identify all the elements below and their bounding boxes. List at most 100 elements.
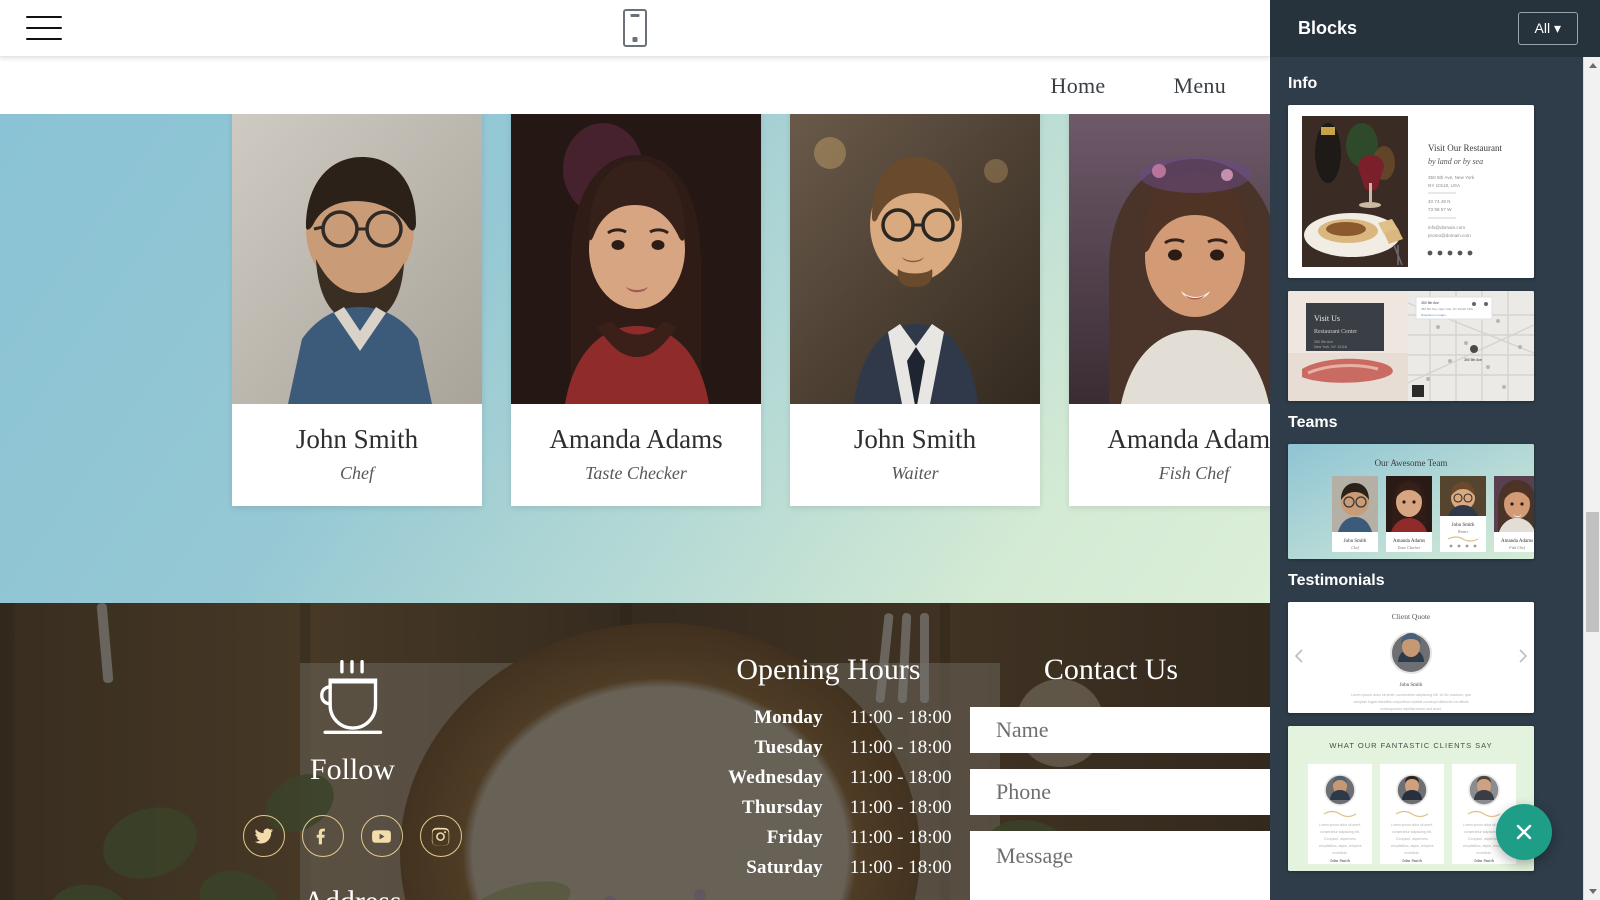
svg-text:Lorem ipsum dolor sit amet, co: Lorem ipsum dolor sit amet, consectetur … <box>1351 693 1471 697</box>
svg-text:Excepturi, asperiores: Excepturi, asperiores <box>1468 837 1500 841</box>
team-member-card[interactable]: John Smith Waiter <box>790 114 1040 506</box>
hours-time: 11:00 - 18:00 <box>849 737 952 758</box>
member-role: Taste Checker <box>585 462 687 483</box>
coffee-cup-icon <box>320 660 383 734</box>
svg-text:Fish Chef: Fish Chef <box>1508 545 1526 550</box>
message-field[interactable]: Message <box>970 831 1270 900</box>
svg-text:Client Quote: Client Quote <box>1392 612 1431 621</box>
hours-row: Friday 11:00 - 18:00 <box>705 827 952 849</box>
svg-text:Lorem ipsum dolor sit amet,: Lorem ipsum dolor sit amet, <box>1391 823 1433 827</box>
sidebar-scrollbar[interactable] <box>1583 57 1600 900</box>
member-role: Fish Chef <box>1158 462 1230 483</box>
blocks-filter-dropdown[interactable]: All ▾ <box>1517 12 1578 45</box>
instagram-icon[interactable] <box>419 815 462 857</box>
category-title-info: Info <box>1288 75 1318 92</box>
svg-text:Excepturi, asperiores: Excepturi, asperiores <box>1324 837 1356 841</box>
svg-text:WHAT OUR FANTASTIC CLIENTS SAY: WHAT OUR FANTASTIC CLIENTS SAY <box>1329 741 1492 750</box>
team-card-row: John Smith Chef Amanda Adams Taste Check… <box>232 114 1270 506</box>
block-thumb-map-location[interactable]: Visit Us Restaurant Center 350 5th Ave N… <box>1288 291 1534 401</box>
hours-row: Wednesday 11:00 - 18:00 <box>705 767 952 789</box>
caret-down-icon: ▾ <box>1553 20 1561 36</box>
youtube-icon[interactable] <box>360 815 403 857</box>
builder-topbar <box>0 0 1270 57</box>
svg-text:molestias.: molestias. <box>1404 851 1419 855</box>
svg-text:promo@domain.com: promo@domain.com <box>1428 233 1471 238</box>
nav-link-menu[interactable]: Menu <box>1139 73 1260 99</box>
svg-text:350 5th Ave: 350 5th Ave <box>1421 301 1439 305</box>
svg-text:350 5th Ave, New York, NY 1011: 350 5th Ave, New York, NY 10118 USA <box>1421 307 1473 311</box>
member-name: Amanda Adams <box>549 424 723 454</box>
hours-day: Monday <box>754 707 823 728</box>
opening-hours-title: Opening Hours <box>736 653 921 686</box>
block-thumb-client-quote[interactable]: Client Quote John Smith Lorem ipsum dolo… <box>1288 602 1534 713</box>
category-title-testimonials: Testimonials <box>1288 572 1385 589</box>
member-photo <box>790 114 1040 404</box>
team-member-card[interactable]: Amanda Adams Taste Checker <box>511 114 761 506</box>
site-navbar: Home Menu <box>0 57 1270 114</box>
name-field[interactable]: Name <box>970 707 1270 753</box>
member-role: Chef <box>340 462 374 483</box>
svg-text:info@domain.com: info@domain.com <box>1428 225 1465 230</box>
nav-link-home[interactable]: Home <box>1017 73 1140 99</box>
team-member-card[interactable]: John Smith Chef <box>232 114 482 506</box>
svg-text:Our Awesome Team: Our Awesome Team <box>1375 458 1448 468</box>
hours-day: Tuesday <box>754 737 823 758</box>
block-thumb-restaurant-info[interactable]: Visit Our Restaurant by land or by sea 3… <box>1288 105 1534 278</box>
close-icon <box>1516 824 1532 840</box>
scroll-down-arrow-icon[interactable] <box>1584 883 1600 900</box>
hours-row: Monday 11:00 - 18:00 <box>705 707 952 729</box>
close-panel-fab[interactable] <box>1496 804 1552 860</box>
team-section[interactable]: John Smith Chef Amanda Adams Taste Check… <box>0 114 1270 603</box>
hours-day: Friday <box>766 827 823 848</box>
member-photo <box>1069 114 1270 404</box>
member-photo <box>232 114 482 404</box>
phone-field[interactable]: Phone <box>970 769 1270 815</box>
svg-text:John Smith: John Smith <box>1452 523 1475 528</box>
sidebar-block-list[interactable]: Info Visit Our Restaurant by land or by … <box>1270 57 1600 900</box>
block-thumb-fantastic-clients[interactable]: WHAT OUR FANTASTIC CLIENTS SAY Lorem ips… <box>1288 726 1534 871</box>
svg-text:consequuntur repellat rerum se: consequuntur repellat rerum sed amet. <box>1380 707 1442 711</box>
svg-text:voluptas fugiat blanditiis cor: voluptas fugiat blanditiis corporibus re… <box>1354 700 1469 704</box>
builder-app: Home Menu John Smith Chef Amanda Adams T… <box>0 0 1600 900</box>
svg-text:voluptatibus, atque, tempora: voluptatibus, atque, tempora <box>1319 844 1362 848</box>
hours-row: Saturday 11:00 - 18:00 <box>705 857 952 879</box>
svg-text:Chef: Chef <box>1351 545 1359 550</box>
svg-text:Waiter: Waiter <box>1458 529 1469 534</box>
svg-text:John Smith: John Smith <box>1402 858 1423 863</box>
scroll-up-arrow-icon[interactable] <box>1584 57 1600 74</box>
svg-text:John Smith: John Smith <box>1400 683 1423 688</box>
member-name: John Smith <box>853 424 977 454</box>
hamburger-menu-icon[interactable] <box>26 13 62 43</box>
member-name: Amanda Adams <box>1107 424 1270 454</box>
category-title-teams: Teams <box>1288 414 1338 431</box>
svg-text:New York, NY 10118: New York, NY 10118 <box>1314 345 1347 349</box>
footer-contact-column: Contact Us Name Phone Message <box>952 655 1270 900</box>
footer-follow-column: Follow <box>0 655 705 900</box>
svg-text:molestias.: molestias. <box>1476 851 1491 855</box>
contact-us-title: Contact Us <box>1043 653 1179 686</box>
mobile-device-icon[interactable] <box>623 9 647 47</box>
team-member-card[interactable]: Amanda Adams Fish Chef <box>1069 114 1270 506</box>
block-thumb-awesome-team[interactable]: Our Awesome Team John Smith Chef Amanda … <box>1288 444 1534 559</box>
filter-label: All <box>1534 20 1551 36</box>
svg-text:Amanda Adams: Amanda Adams <box>1501 539 1533 544</box>
svg-text:350 5th Ave: 350 5th Ave <box>1314 340 1333 344</box>
scrollbar-thumb[interactable] <box>1586 512 1599 632</box>
twitter-icon[interactable] <box>242 815 285 857</box>
sidebar-title: Blocks <box>1298 18 1358 38</box>
facebook-icon[interactable] <box>301 815 344 857</box>
hours-time: 11:00 - 18:00 <box>849 767 952 788</box>
blocks-sidebar: Blocks All ▾ Info Visit Our Restaurant b… <box>1270 0 1600 900</box>
hours-day: Thursday <box>742 797 823 818</box>
svg-text:Restaurant Center: Restaurant Center <box>1314 329 1357 335</box>
svg-text:Excepturi, asperiores: Excepturi, asperiores <box>1396 837 1428 841</box>
svg-text:by land or by sea: by land or by sea <box>1428 157 1483 166</box>
footer-hours-column: Opening Hours Monday 11:00 - 18:00 Tuesd… <box>705 655 952 900</box>
svg-text:molestias.: molestias. <box>1332 851 1347 855</box>
address-title: Address <box>0 885 705 900</box>
site-preview-canvas[interactable]: Home Menu John Smith Chef Amanda Adams T… <box>0 0 1270 900</box>
site-footer[interactable]: Follow Opening Hours Monday 11:00 - 18:0… <box>0 603 1270 900</box>
contact-form: Name Phone Message <box>952 707 1270 900</box>
hours-day: Saturday <box>746 857 823 878</box>
hours-row: Thursday 11:00 - 18:00 <box>705 797 952 819</box>
